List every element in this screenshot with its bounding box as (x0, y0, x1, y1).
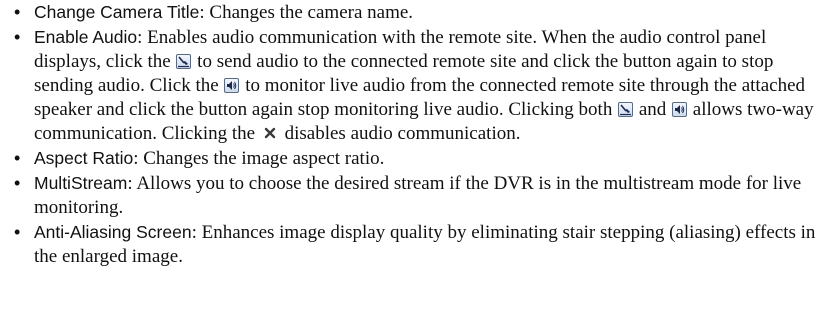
item-term: Change Camera Title (34, 2, 200, 22)
speaker-icon (224, 78, 240, 93)
item-term: Enable Audio (34, 27, 138, 47)
bullet: • (14, 2, 21, 22)
bullet: • (14, 173, 21, 193)
list-item: • Anti-Aliasing Screen: Enhances image d… (14, 220, 834, 269)
list-item: • MultiStream: Allows you to choose the … (14, 171, 834, 220)
item-desc-part: and (634, 99, 672, 120)
item-term: MultiStream (34, 173, 128, 193)
item-desc: : Changes the image aspect ratio. (133, 148, 385, 169)
item-term: Anti-Aliasing Screen (34, 222, 192, 242)
microphone-icon (618, 102, 634, 117)
list-item: • Enable Audio: Enables audio communicat… (14, 25, 834, 146)
bullet: • (14, 222, 21, 242)
speaker-icon (672, 102, 688, 117)
document-body: • Change Camera Title: Changes the camer… (0, 0, 834, 269)
feature-list: • Change Camera Title: Changes the camer… (0, 0, 834, 269)
item-desc: : Allows you to choose the desired strea… (34, 173, 802, 218)
bullet: • (14, 27, 21, 47)
item-term: Aspect Ratio (34, 148, 134, 168)
item-desc: : Changes the camera name. (199, 2, 414, 23)
list-item: • Aspect Ratio: Changes the image aspect… (14, 146, 834, 171)
microphone-icon (176, 54, 192, 69)
list-item: • Change Camera Title: Changes the camer… (14, 0, 834, 25)
item-desc-part: disables audio communication. (279, 123, 521, 144)
bullet: • (14, 148, 21, 168)
close-icon (262, 124, 278, 140)
